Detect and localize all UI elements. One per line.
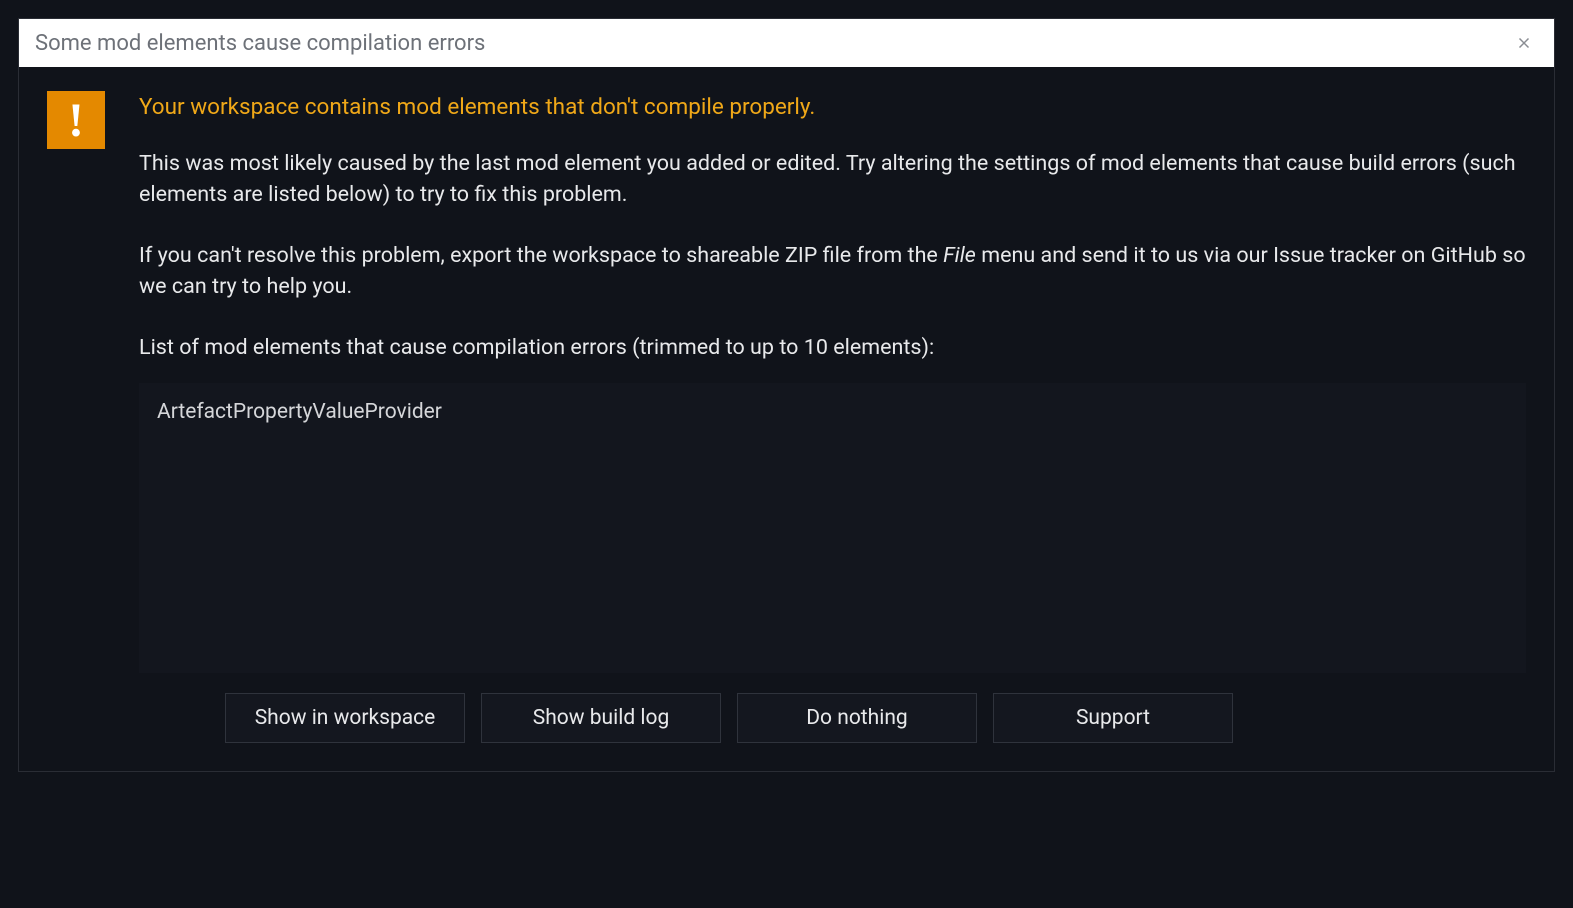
- show-in-workspace-button[interactable]: Show in workspace: [225, 693, 465, 743]
- close-icon: [1515, 34, 1533, 52]
- warning-icon: !: [47, 91, 105, 149]
- error-list-label: List of mod elements that cause compilat…: [139, 332, 1526, 363]
- error-headline: Your workspace contains mod elements tha…: [139, 91, 1526, 124]
- paragraph-help-part1: If you can't resolve this problem, expor…: [139, 243, 943, 268]
- close-button[interactable]: [1510, 29, 1538, 57]
- titlebar: Some mod elements cause compilation erro…: [19, 19, 1554, 67]
- icon-column: !: [47, 91, 105, 743]
- text-column: Your workspace contains mod elements tha…: [139, 91, 1526, 743]
- show-build-log-button[interactable]: Show build log: [481, 693, 721, 743]
- paragraph-cause: This was most likely caused by the last …: [139, 148, 1526, 210]
- compilation-error-dialog: Some mod elements cause compilation erro…: [18, 18, 1555, 772]
- paragraph-help: If you can't resolve this problem, expor…: [139, 240, 1526, 302]
- dialog-title: Some mod elements cause compilation erro…: [35, 31, 485, 56]
- file-menu-emphasis: File: [943, 243, 976, 268]
- do-nothing-button[interactable]: Do nothing: [737, 693, 977, 743]
- dialog-content: ! Your workspace contains mod elements t…: [19, 67, 1554, 771]
- error-item: ArtefactPropertyValueProvider: [157, 397, 1508, 427]
- support-button[interactable]: Support: [993, 693, 1233, 743]
- button-row: Show in workspace Show build log Do noth…: [139, 693, 1526, 743]
- error-list: ArtefactPropertyValueProvider: [139, 383, 1526, 673]
